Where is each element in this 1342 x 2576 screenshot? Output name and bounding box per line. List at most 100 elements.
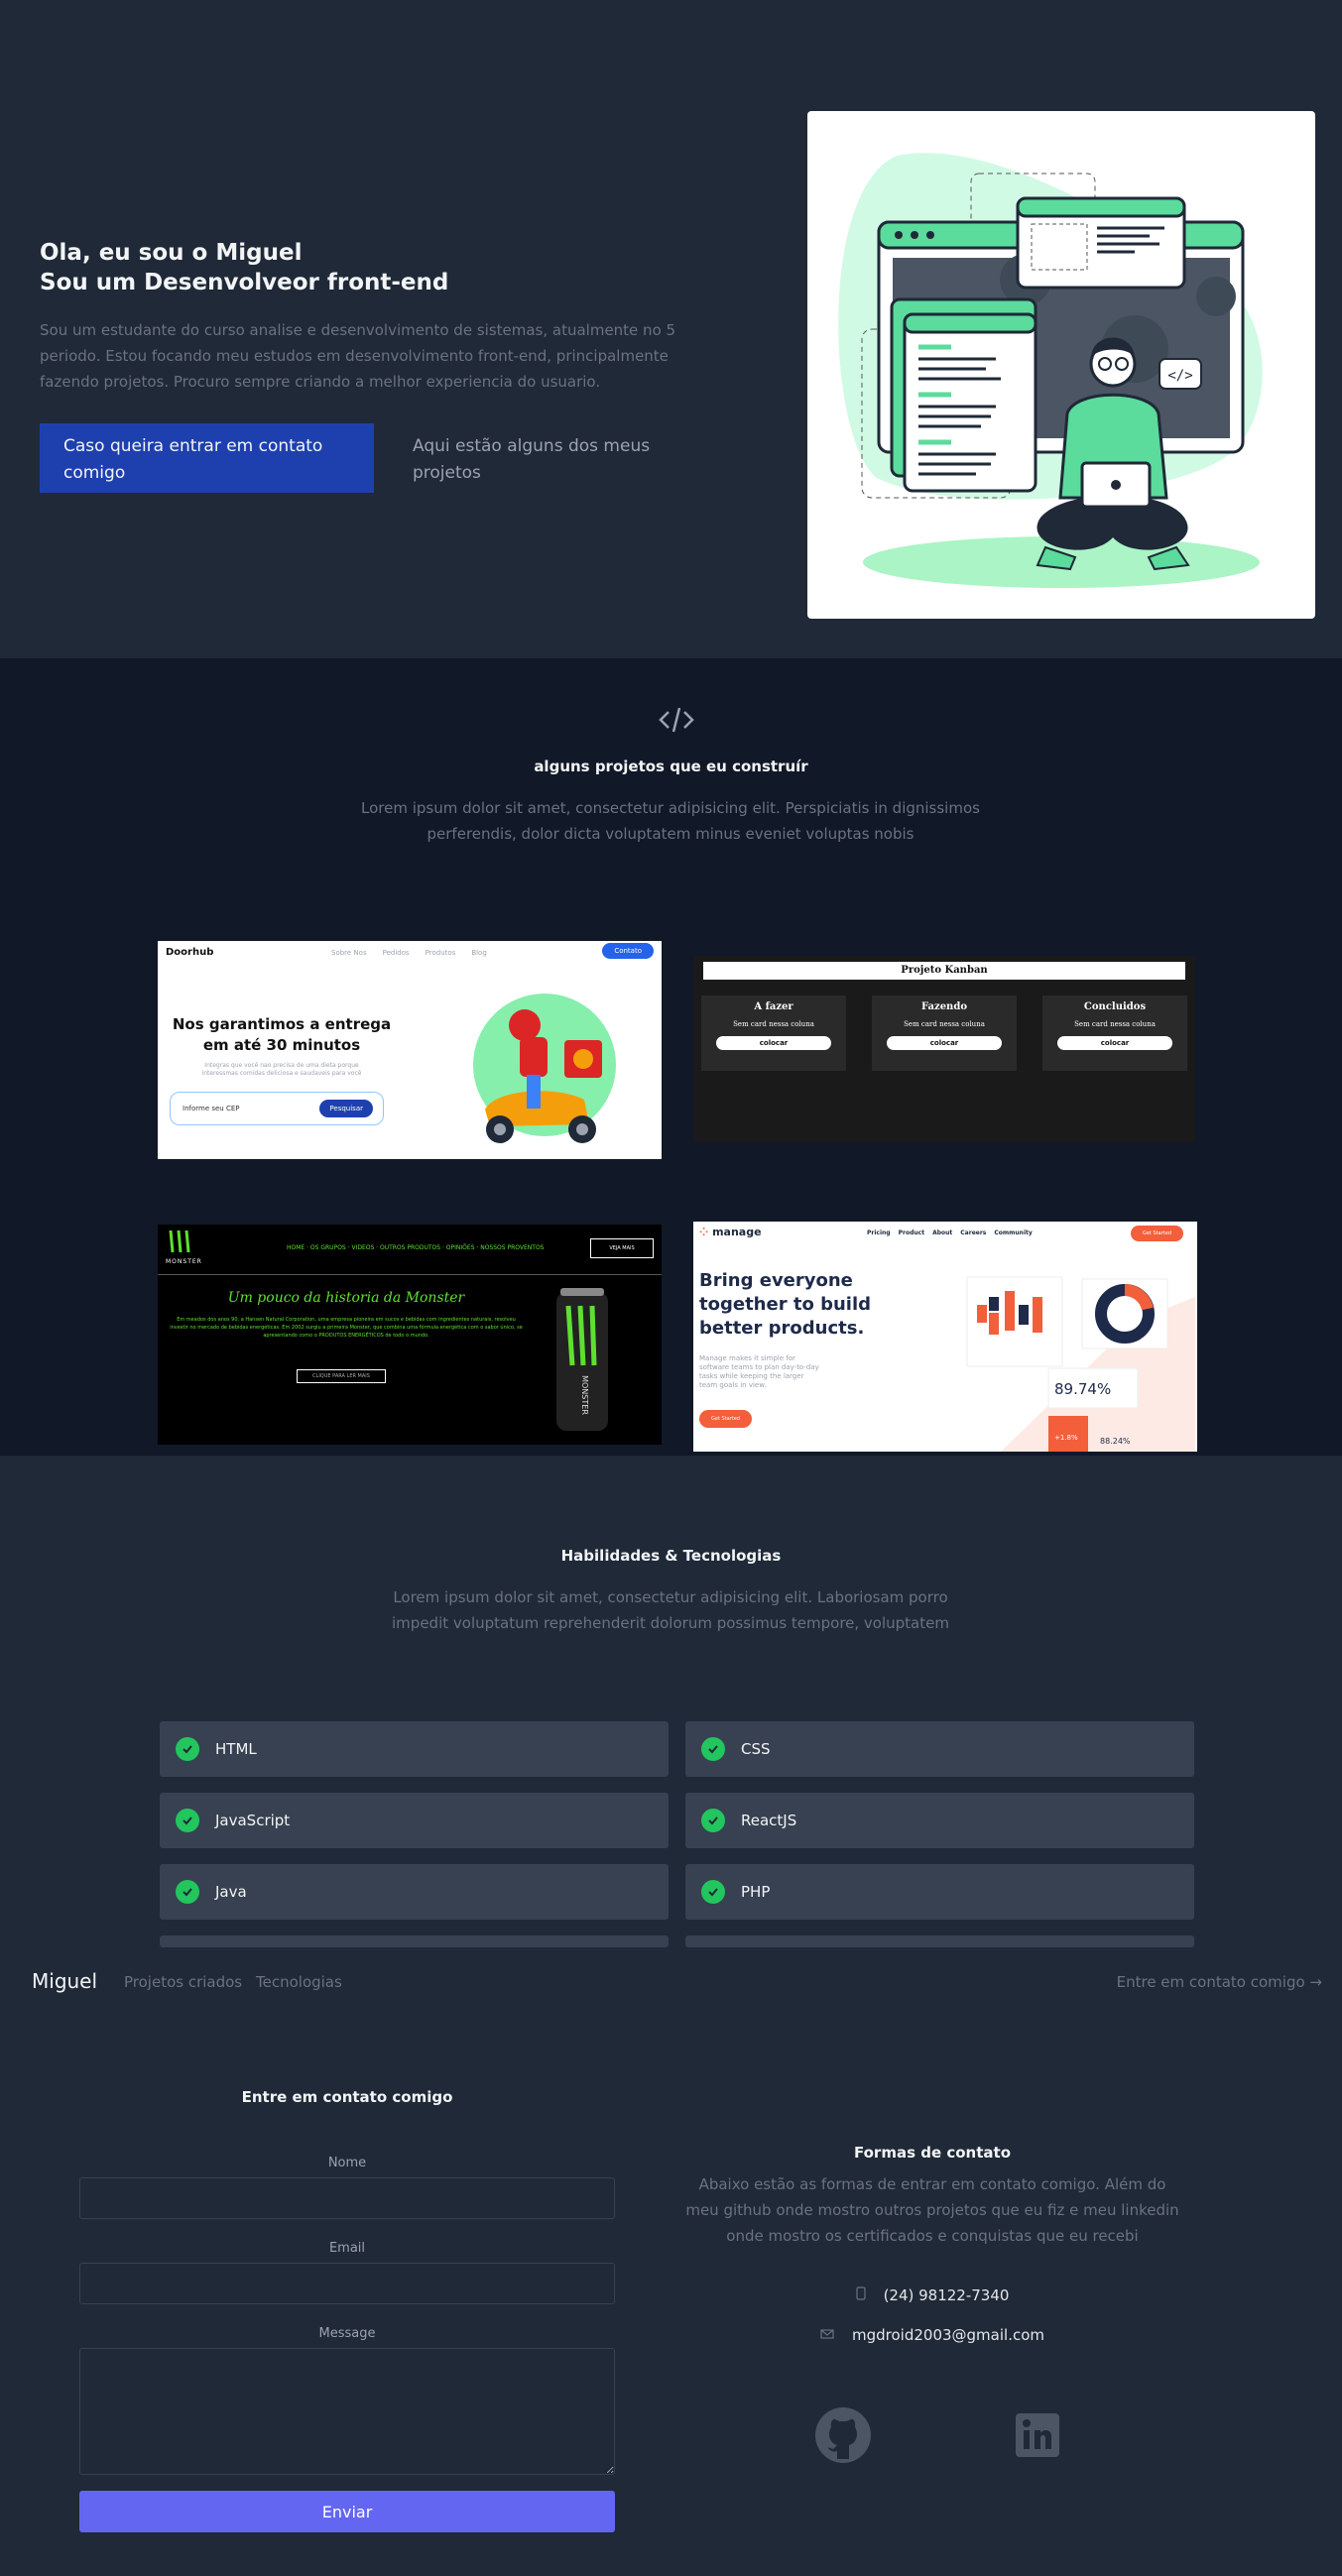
contact-form-title: Entre em contato comigo bbox=[241, 2088, 453, 2106]
kanban-column: Fazendo Sem card nessa coluna colocar bbox=[872, 995, 1017, 1071]
nav-link-projects[interactable]: Projetos criados bbox=[124, 1973, 242, 1991]
manage-logo-text: manage bbox=[712, 1226, 762, 1238]
manage-headline-line1: Bring everyone bbox=[699, 1270, 853, 1291]
skill-label: HTML bbox=[215, 1740, 257, 1758]
project-card-doorhub[interactable]: Doorhub Sobre Nos Pedidos Produtos Blog … bbox=[158, 941, 662, 1159]
message-textarea[interactable] bbox=[79, 2348, 615, 2475]
manage-logo-mark: ⁘ bbox=[699, 1226, 709, 1238]
check-icon bbox=[176, 1809, 199, 1832]
manage-dashboard-illustration: 89.74% +1.8% 88.24% bbox=[966, 1276, 1195, 1452]
navbar: Miguel Projetos criados Tecnologias Entr… bbox=[0, 1947, 1342, 2019]
hero-section: Ola, eu sou o Miguel Sou um Desenvolveor… bbox=[0, 0, 1342, 658]
phone-row: (24) 98122-7340 bbox=[684, 2286, 1180, 2304]
monster-read-more: CLIQUE PARA LER MAIS bbox=[297, 1369, 386, 1383]
doorhub-nav-item: Sobre Nos bbox=[331, 949, 367, 957]
nav-link-technologies[interactable]: Tecnologias bbox=[256, 1973, 342, 1991]
skill-item: HTML bbox=[160, 1721, 669, 1777]
kanban-column-empty: Sem card nessa coluna bbox=[1074, 1020, 1156, 1028]
manage-stat: 89.74% bbox=[1054, 1380, 1111, 1398]
check-icon bbox=[701, 1737, 725, 1761]
linkedin-icon[interactable] bbox=[1008, 2405, 1067, 2465]
kanban-add-button: colocar bbox=[1057, 1036, 1172, 1050]
monster-nav: HOME · OS GRUPOS · VIDEOS · OUTROS PRODU… bbox=[287, 1244, 545, 1251]
hero-title: Ola, eu sou o Miguel Sou um Desenvolveor… bbox=[40, 238, 448, 297]
name-label: Nome bbox=[327, 2156, 367, 2170]
code-icon bbox=[659, 707, 694, 733]
monster-claw-icon bbox=[169, 1229, 190, 1253]
manage-nav-item: Product bbox=[898, 1229, 925, 1236]
kanban-column-title: Concluidos bbox=[1083, 1001, 1147, 1012]
github-icon[interactable] bbox=[813, 2405, 873, 2465]
kanban-column-empty: Sem card nessa coluna bbox=[904, 1020, 985, 1028]
manage-cta: Get Started bbox=[1131, 1226, 1183, 1241]
manage-headline-line3: better products. bbox=[699, 1318, 865, 1339]
skill-item: CSS bbox=[685, 1721, 1194, 1777]
kanban-column-empty: Sem card nessa coluna bbox=[733, 1020, 814, 1028]
hero-title-line1: Ola, eu sou o Miguel bbox=[40, 240, 303, 266]
monster-cta: VEJA MAIS bbox=[590, 1238, 654, 1258]
project-card-monster[interactable]: MONSTER HOME · OS GRUPOS · VIDEOS · OUTR… bbox=[158, 1225, 662, 1445]
kanban-column: Concluidos Sem card nessa coluna colocar bbox=[1042, 995, 1187, 1071]
contact-me-button[interactable]: Caso queira entrar em contato comigo bbox=[40, 423, 374, 493]
skill-item: ReactJS bbox=[685, 1793, 1194, 1848]
view-projects-button[interactable]: Aqui estão alguns dos meus projetos bbox=[413, 423, 671, 493]
phone-number: (24) 98122-7340 bbox=[883, 2286, 1010, 2304]
manage-logo: ⁘ manage bbox=[699, 1226, 762, 1238]
doorhub-nav-item: Blog bbox=[471, 949, 487, 957]
monster-headline: Um pouco da historia da Monster bbox=[227, 1290, 465, 1306]
brand-logo[interactable]: Miguel bbox=[32, 1969, 97, 1993]
projects-description: Lorem ipsum dolor sit amet, consectetur … bbox=[361, 799, 980, 843]
manage-stat2: +1.8% bbox=[1054, 1434, 1078, 1442]
projects-section: alguns projetos que eu construír Lorem i… bbox=[0, 658, 1342, 1456]
skill-item: PHP bbox=[685, 1864, 1194, 1920]
monster-body: Em meados dos anos 90, a Hansen Natural … bbox=[170, 1317, 523, 1339]
nav-contact-link[interactable]: Entre em contato comigo → bbox=[1117, 1973, 1322, 1991]
doorhub-headline-line1: Nos garantimos a entrega bbox=[172, 1015, 392, 1033]
message-label: Message bbox=[318, 2326, 376, 2341]
monster-can-image: MONSTER bbox=[556, 1288, 608, 1431]
manage-headline-line2: together to build bbox=[699, 1294, 871, 1315]
doorhub-search-box: Informe seu CEP Pesquisar bbox=[170, 1092, 384, 1125]
check-icon bbox=[701, 1880, 725, 1904]
doorhub-nav: Sobre Nos Pedidos Produtos Blog bbox=[331, 949, 487, 957]
doorhub-headline-line2: em até 30 minutos bbox=[202, 1036, 361, 1054]
project-card-manage[interactable]: ⁘ manage Pricing Product About Careers C… bbox=[693, 1222, 1197, 1452]
name-input[interactable] bbox=[79, 2177, 615, 2219]
email-address: mgdroid2003@gmail.com bbox=[852, 2326, 1044, 2344]
kanban-column: A fazer Sem card nessa coluna colocar bbox=[701, 995, 846, 1071]
skill-item: JavaScript bbox=[160, 1793, 669, 1848]
delivery-scooter-illustration bbox=[473, 994, 616, 1143]
doorhub-search-button: Pesquisar bbox=[319, 1100, 373, 1117]
skill-label: Java bbox=[215, 1883, 247, 1901]
email-row: mgdroid2003@gmail.com bbox=[684, 2326, 1180, 2344]
contact-section: Entre em contato comigo Nome Email Messa… bbox=[0, 2019, 1342, 2576]
kanban-add-button: colocar bbox=[716, 1036, 831, 1050]
skill-label: CSS bbox=[741, 1740, 771, 1758]
kanban-title: Projeto Kanban bbox=[703, 962, 1185, 980]
skill-label: PHP bbox=[741, 1883, 771, 1901]
email-input[interactable] bbox=[79, 2263, 615, 2304]
doorhub-headline: Nos garantimos a entrega em até 30 minut… bbox=[168, 1014, 396, 1056]
skills-title: Habilidades & Tecnologias bbox=[560, 1547, 782, 1565]
manage-nav-item: Pricing bbox=[867, 1229, 891, 1236]
skill-item: Java bbox=[160, 1864, 669, 1920]
project-card-kanban[interactable]: Projeto Kanban A fazer Sem card nessa co… bbox=[693, 956, 1195, 1142]
doorhub-cep-placeholder: Informe seu CEP bbox=[183, 1105, 240, 1112]
manage-headline: Bring everyone together to build better … bbox=[699, 1269, 871, 1341]
doorhub-nav-item: Produtos bbox=[425, 949, 456, 957]
hero-title-line2: Sou um Desenvolveor front-end bbox=[40, 270, 449, 295]
phone-icon bbox=[855, 2286, 866, 2304]
skill-item-partial bbox=[685, 1935, 1194, 1947]
developer-illustration: </> bbox=[838, 153, 1263, 588]
monster-logo-text: MONSTER bbox=[166, 1258, 202, 1265]
skills-section: Habilidades & Tecnologias Lorem ipsum do… bbox=[0, 1456, 1342, 1947]
doorhub-subtitle: Integras que você nao precisa de uma die… bbox=[201, 1062, 362, 1077]
contact-ways-description: Abaixo estão as formas de entrar em cont… bbox=[685, 2175, 1179, 2245]
manage-get-started: Get Started bbox=[699, 1410, 752, 1428]
monster-divider bbox=[158, 1274, 662, 1275]
doorhub-logo: Doorhub bbox=[166, 947, 214, 958]
manage-stat3: 88.24% bbox=[1100, 1437, 1131, 1446]
check-icon bbox=[701, 1809, 725, 1832]
mail-icon bbox=[820, 2327, 834, 2343]
submit-button[interactable]: Enviar bbox=[79, 2491, 615, 2532]
